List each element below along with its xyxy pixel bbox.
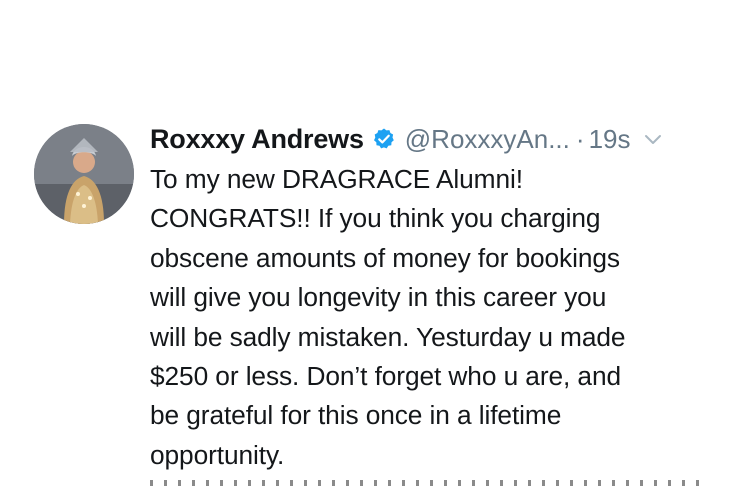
author-handle[interactable]: @RoxxxyAn... — [405, 124, 570, 155]
avatar[interactable] — [34, 124, 134, 224]
cropped-next-line — [150, 476, 710, 486]
chevron-down-icon[interactable] — [642, 128, 664, 150]
separator-dot: · — [575, 123, 585, 154]
author-name[interactable]: Roxxxy Andrews — [150, 124, 364, 155]
verified-badge-icon — [372, 127, 396, 151]
tweet-text-line: will be sadly mistaken. Yesturday u made — [150, 321, 626, 352]
avatar-image — [34, 124, 134, 224]
tweet-text-line: opportunity. — [150, 439, 285, 470]
tweet[interactable]: Roxxxy Andrews @RoxxxyAn... · 19s To my … — [0, 0, 741, 486]
tweet-text-line: be grateful for this once in a lifetime — [150, 400, 562, 431]
tweet-text-line: will give you longevity in this career y… — [150, 282, 607, 313]
tweet-header: Roxxxy Andrews @RoxxxyAn... · 19s — [150, 119, 664, 159]
tweet-text-line: CONGRATS!! If you think you charging — [150, 203, 601, 234]
tweet-text-line: obscene amounts of money for bookings — [150, 242, 620, 273]
tweet-text-line: To my new DRAGRACE Alumni! — [150, 164, 523, 194]
tweet-text: To my new DRAGRACE Alumni! CONGRATS!! If… — [150, 160, 735, 475]
tweet-text-line: $250 or less. Don’t forget who u are, an… — [150, 361, 621, 392]
timestamp[interactable]: 19s — [589, 124, 631, 155]
